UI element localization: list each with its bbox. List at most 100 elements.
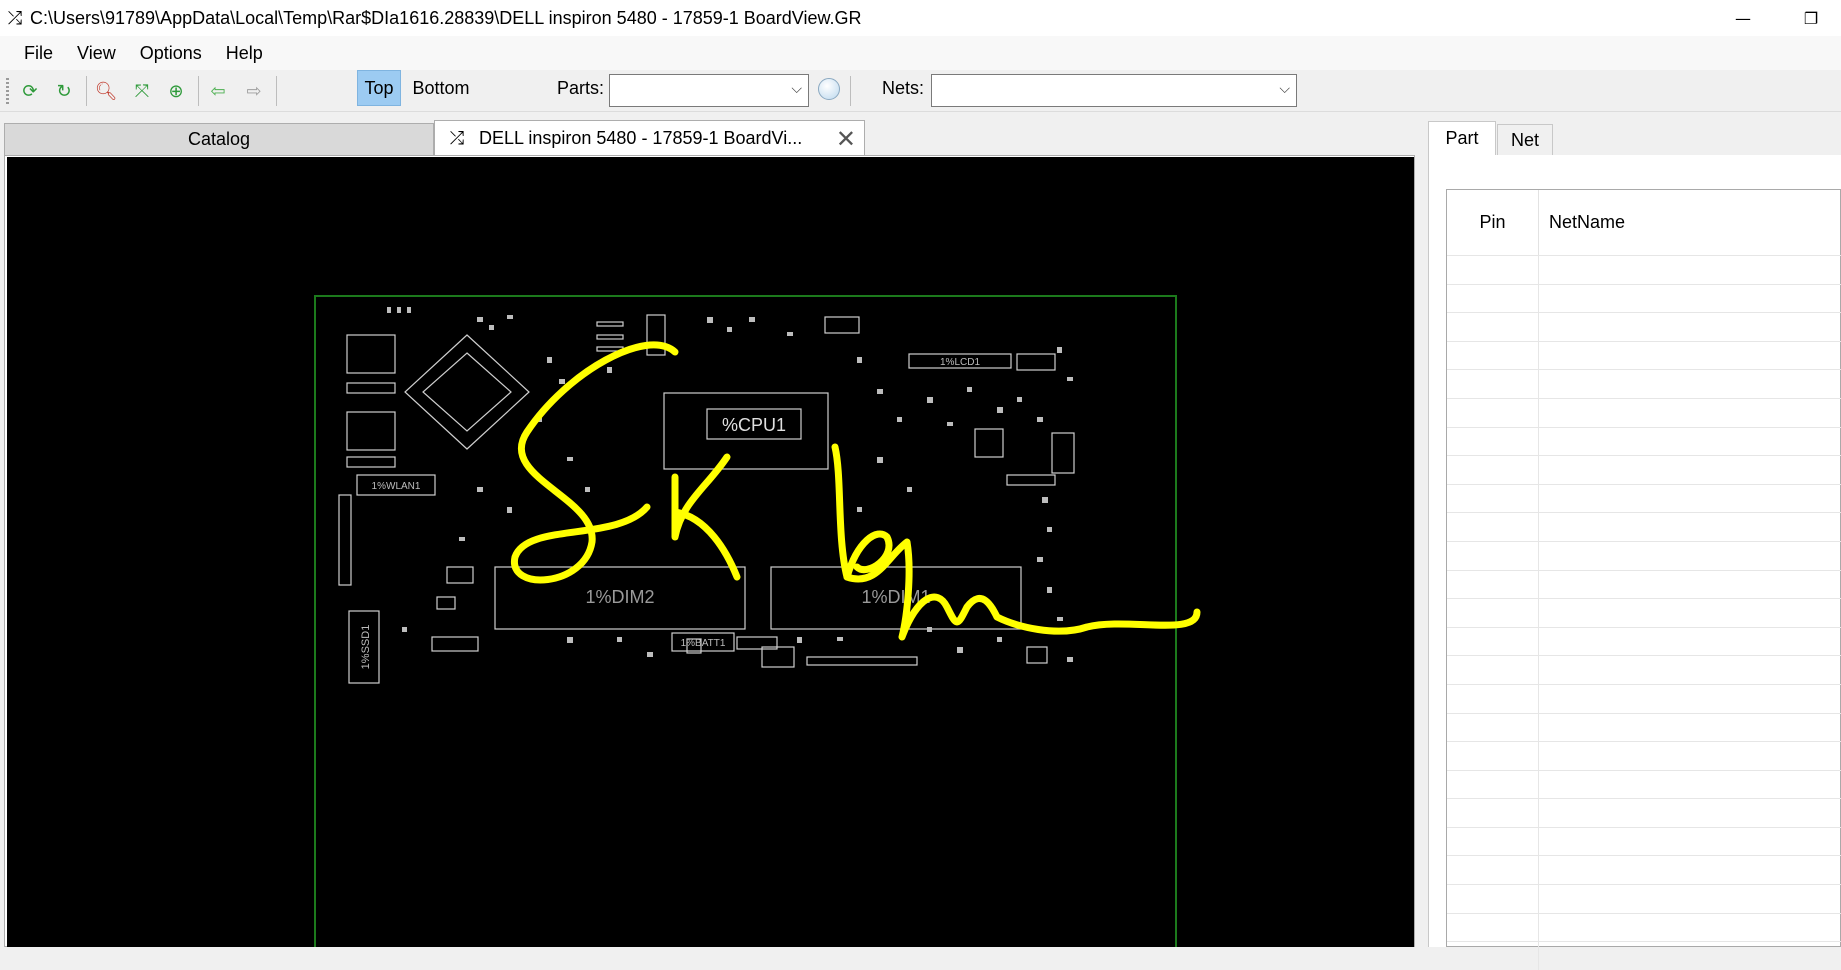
- table-row[interactable]: [1447, 369, 1841, 398]
- pin-cell: [1447, 827, 1539, 856]
- table-row[interactable]: [1447, 455, 1841, 484]
- column-header-pin[interactable]: Pin: [1447, 190, 1539, 255]
- table-row[interactable]: [1447, 826, 1841, 856]
- forward-arrow-icon[interactable]: ⇨: [242, 79, 266, 103]
- table-row[interactable]: [1447, 540, 1841, 570]
- toolbar-grip[interactable]: [6, 78, 9, 106]
- pin-cell: [1447, 656, 1539, 684]
- table-row[interactable]: [1447, 912, 1841, 942]
- rotate-icon[interactable]: ↻: [52, 79, 76, 103]
- menu-file[interactable]: File: [12, 43, 65, 64]
- table-row[interactable]: [1447, 512, 1841, 541]
- component: [422, 352, 512, 432]
- table-header: Pin NetName: [1447, 190, 1841, 255]
- table-row[interactable]: [1447, 798, 1841, 827]
- shuffle-icon: ⤮: [7, 7, 23, 29]
- table-row[interactable]: [1447, 255, 1841, 284]
- menu-view[interactable]: View: [65, 43, 128, 64]
- table-row[interactable]: [1447, 283, 1841, 313]
- table-row[interactable]: [1447, 312, 1841, 341]
- component: [346, 382, 396, 394]
- batt-label: 1%BATT1: [681, 638, 726, 649]
- cpu-label: %CPU1: [722, 415, 786, 435]
- component: [1051, 432, 1075, 474]
- table-row[interactable]: [1447, 712, 1841, 742]
- table-row[interactable]: [1447, 683, 1841, 713]
- tab-boardview[interactable]: ⤮ DELL inspiron 5480 - 17859-1 BoardVi..…: [434, 120, 865, 155]
- minimize-icon[interactable]: —: [1713, 0, 1773, 36]
- component: [346, 411, 396, 451]
- title-bar: ⤮ C:\Users\91789\AppData\Local\Temp\Rar$…: [0, 0, 1841, 36]
- component: [431, 636, 479, 652]
- fit-icon[interactable]: ⤧: [130, 79, 154, 103]
- table-row[interactable]: [1447, 598, 1841, 627]
- menu-options[interactable]: Options: [128, 43, 214, 64]
- component: [338, 494, 352, 586]
- pin-cell: [1447, 799, 1539, 827]
- back-arrow-icon[interactable]: ⇦: [206, 79, 230, 103]
- table-row[interactable]: [1447, 655, 1841, 684]
- pin-cell: [1447, 484, 1539, 513]
- pin-cell: [1447, 713, 1539, 742]
- component: [596, 321, 624, 327]
- menu-help[interactable]: Help: [214, 43, 275, 64]
- table-row[interactable]: [1447, 626, 1841, 656]
- table-row[interactable]: [1447, 769, 1841, 799]
- toolbar-separator: [198, 76, 199, 106]
- pin-cell: [1447, 856, 1539, 885]
- pin-cell: [1447, 256, 1539, 284]
- toolbar-separator: [276, 76, 277, 106]
- refresh-icon[interactable]: ⟳: [18, 79, 42, 103]
- dimm2-label: 1%DIM2: [585, 587, 654, 607]
- table-row[interactable]: [1447, 483, 1841, 513]
- menu-bar: File View Options Help: [0, 36, 1841, 70]
- table-row[interactable]: [1447, 941, 1841, 970]
- chevron-down-icon[interactable]: ⌵: [1279, 81, 1290, 97]
- components: [338, 314, 1075, 684]
- close-icon[interactable]: ✕: [836, 125, 856, 153]
- parts-combobox[interactable]: ⌵: [609, 74, 809, 107]
- bottom-toggle[interactable]: Bottom: [405, 70, 477, 106]
- board-drawing: %CPU1 1%WLAN1 1%BATT1 1%LCD1 1%DIM2 1%DI…: [314, 295, 1201, 957]
- component: [806, 656, 918, 666]
- table-row[interactable]: [1447, 340, 1841, 370]
- tab-net[interactable]: Net: [1497, 124, 1553, 155]
- zoom-out-icon[interactable]: 🔍︎: [94, 79, 118, 103]
- board-view[interactable]: %CPU1 1%WLAN1 1%BATT1 1%LCD1 1%DIM2 1%DI…: [7, 157, 1414, 957]
- component: [824, 316, 860, 334]
- component: [346, 456, 396, 468]
- restore-icon[interactable]: ❐: [1781, 0, 1841, 36]
- pin-cell: [1447, 513, 1539, 541]
- pin-cell: [1447, 770, 1539, 799]
- table-row[interactable]: [1447, 426, 1841, 456]
- nets-combobox[interactable]: ⌵: [931, 74, 1297, 107]
- toolbar-separator: [850, 76, 851, 106]
- component: [1006, 474, 1056, 486]
- top-toggle[interactable]: Top: [357, 70, 401, 106]
- lcd-label: 1%LCD1: [940, 357, 980, 368]
- component: [761, 646, 795, 668]
- pin-cell: [1447, 913, 1539, 942]
- pin-cell: [1447, 284, 1539, 313]
- component: [1016, 353, 1056, 371]
- toolbar-separator: [86, 76, 87, 106]
- tab-catalog[interactable]: Catalog: [4, 123, 434, 155]
- table-row[interactable]: [1447, 884, 1841, 913]
- zoom-in-icon[interactable]: ⊕: [164, 79, 188, 103]
- pin-cell: [1447, 541, 1539, 570]
- table-row[interactable]: [1447, 569, 1841, 599]
- lightbulb-icon[interactable]: [818, 78, 840, 100]
- chevron-down-icon[interactable]: ⌵: [791, 81, 802, 97]
- component: [1026, 646, 1048, 664]
- window-title: C:\Users\91789\AppData\Local\Temp\Rar$DI…: [30, 7, 862, 28]
- pin-cell: [1447, 942, 1539, 970]
- component: [974, 428, 1004, 458]
- tab-part[interactable]: Part: [1428, 121, 1496, 155]
- table-row[interactable]: [1447, 741, 1841, 770]
- pin-net-table[interactable]: Pin NetName: [1446, 189, 1841, 970]
- table-row[interactable]: [1447, 855, 1841, 885]
- nets-label: Nets:: [882, 78, 925, 98]
- component: [346, 334, 396, 374]
- column-header-netname[interactable]: NetName: [1539, 190, 1625, 255]
- table-row[interactable]: [1447, 397, 1841, 427]
